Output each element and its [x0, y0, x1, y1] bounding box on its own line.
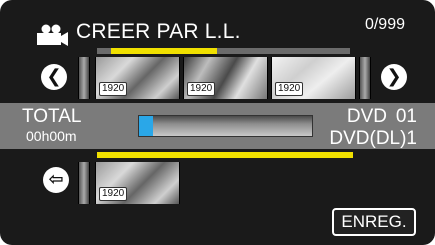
capacity-bar-fill — [139, 116, 153, 136]
source-scroll-progress-fill — [111, 48, 218, 54]
scene-counter: 0/999 — [364, 16, 405, 33]
chevron-right-icon: ❯ — [386, 66, 402, 87]
resolution-badge: 1920 — [99, 82, 128, 96]
thumbnail-partial[interactable] — [359, 57, 371, 99]
disc-type-dvd-dl: DVD(DL)1 — [329, 128, 417, 149]
resolution-badge: 1920 — [187, 82, 216, 96]
prev-page-button[interactable]: ❮ — [41, 64, 67, 90]
selection-progress — [97, 152, 353, 158]
next-page-button[interactable]: ❯ — [381, 64, 407, 90]
source-thumbnail[interactable]: 1920 — [183, 57, 268, 99]
status-bar: TOTAL 00h00m DVD 01 DVD(DL)1 — [0, 103, 435, 149]
capacity-bar — [138, 115, 313, 137]
disc-count-dvd: 01 — [395, 106, 417, 127]
source-scroll-progress — [97, 48, 350, 54]
source-thumbnail[interactable]: 1920 — [271, 57, 356, 99]
total-time: 00h00m — [26, 128, 77, 144]
selected-thumbnail[interactable]: 1920 — [95, 162, 180, 204]
page-title: CREER PAR L.L. — [76, 20, 241, 43]
back-button[interactable]: ⇦ — [43, 167, 69, 193]
disc-type-dvd: DVD — [346, 106, 387, 127]
source-thumbnail[interactable]: 1920 — [95, 57, 180, 99]
thumbnail-partial[interactable] — [78, 162, 90, 204]
total-label: TOTAL — [22, 106, 82, 127]
editor-screen: CREER PAR L.L. 0/999 ❮ 1920 1920 1920 ❯ … — [0, 0, 435, 245]
thumbnail-partial[interactable] — [78, 57, 90, 99]
resolution-badge: 1920 — [275, 82, 304, 96]
arrow-left-icon: ⇦ — [48, 169, 64, 190]
chevron-left-icon: ❮ — [46, 66, 62, 87]
save-button[interactable]: ENREG. — [332, 208, 416, 236]
resolution-badge: 1920 — [99, 187, 128, 201]
video-camera-icon — [37, 24, 68, 46]
